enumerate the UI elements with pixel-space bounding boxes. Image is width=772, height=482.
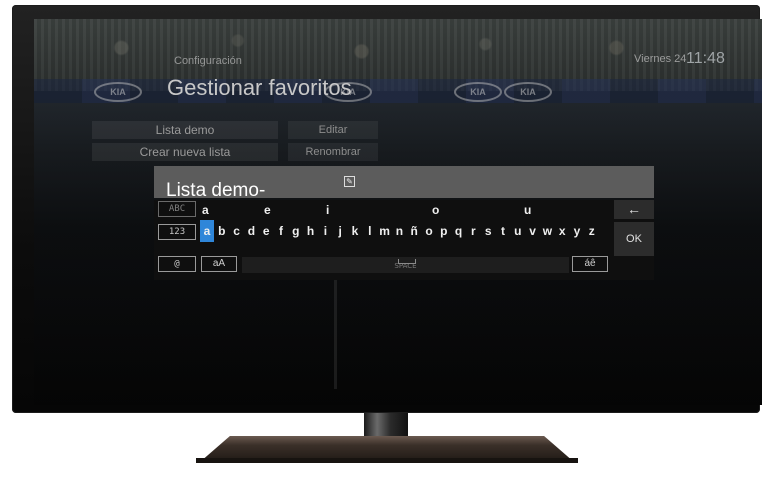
edit-cursor-icon: ✎ — [344, 176, 355, 187]
ad-board — [34, 79, 762, 103]
ad-logo: KIA — [94, 82, 142, 102]
edit-button[interactable]: Editar — [288, 121, 378, 139]
clock: 11:48 — [686, 50, 725, 67]
vowel-key[interactable]: e — [264, 203, 271, 217]
key-j[interactable]: j — [333, 222, 347, 240]
ad-logo: KIA — [504, 82, 552, 102]
date-label: Viernes 24 — [634, 53, 687, 65]
key-w[interactable]: w — [540, 222, 554, 240]
key-ñ[interactable]: ñ — [407, 222, 421, 240]
key-o[interactable]: o — [422, 222, 436, 240]
list-item-lista-demo[interactable]: Lista demo — [92, 121, 278, 139]
key-n[interactable]: n — [392, 222, 406, 240]
tv-frame: KIA KIA KIA KIA Configuración Gestionar … — [12, 5, 762, 413]
key-l[interactable]: l — [363, 222, 377, 240]
vowel-key[interactable]: u — [524, 203, 531, 217]
tv-stand-shadow — [196, 458, 578, 463]
key-f[interactable]: f — [274, 222, 288, 240]
mode-symbols-button[interactable]: @ — [158, 256, 196, 272]
tv-stand-neck — [364, 413, 408, 439]
mode-abc-button[interactable]: ABC — [158, 201, 196, 217]
key-s[interactable]: s — [481, 222, 495, 240]
key-c[interactable]: c — [230, 222, 244, 240]
accent-toggle-button[interactable]: áê — [572, 256, 608, 272]
vowel-key[interactable]: o — [432, 203, 439, 217]
key-m[interactable]: m — [378, 222, 392, 240]
space-bar[interactable]: SPACE — [242, 257, 569, 273]
key-h[interactable]: h — [304, 222, 318, 240]
key-b[interactable]: b — [215, 222, 229, 240]
mode-123-button[interactable]: 123 — [158, 224, 196, 240]
keyboard-dialog: Lista demo- ✎ ABC a e i o u ← 123 abcdef… — [154, 166, 654, 280]
key-i[interactable]: i — [318, 222, 332, 240]
key-e[interactable]: e — [259, 222, 273, 240]
ok-button[interactable]: OK — [614, 222, 654, 256]
rename-button[interactable]: Renombrar — [288, 143, 378, 161]
onscreen-keyboard: ABC a e i o u ← 123 abcdefghijklmnñopqrs… — [154, 200, 654, 280]
breadcrumb: Configuración — [174, 55, 242, 67]
key-v[interactable]: v — [526, 222, 540, 240]
page-title: Gestionar favoritos — [167, 75, 352, 100]
ad-logo: KIA — [454, 82, 502, 102]
key-p[interactable]: p — [437, 222, 451, 240]
tv-screen: KIA KIA KIA KIA Configuración Gestionar … — [34, 19, 762, 405]
key-u[interactable]: u — [511, 222, 525, 240]
key-z[interactable]: z — [585, 222, 599, 240]
backspace-button[interactable]: ← — [614, 200, 654, 219]
key-g[interactable]: g — [289, 222, 303, 240]
case-toggle-button[interactable]: aA — [201, 256, 237, 272]
key-k[interactable]: k — [348, 222, 362, 240]
key-a[interactable]: a — [200, 220, 214, 242]
court-line — [334, 269, 337, 389]
input-value: Lista demo- — [166, 180, 266, 201]
text-input[interactable]: Lista demo- ✎ — [154, 166, 654, 201]
key-x[interactable]: x — [555, 222, 569, 240]
key-r[interactable]: r — [466, 222, 480, 240]
key-t[interactable]: t — [496, 222, 510, 240]
key-y[interactable]: y — [570, 222, 584, 240]
key-q[interactable]: q — [452, 222, 466, 240]
list-item-crear-nueva-lista[interactable]: Crear nueva lista — [92, 143, 278, 161]
space-icon — [398, 259, 416, 264]
vowel-key[interactable]: a — [202, 203, 209, 217]
vowel-key[interactable]: i — [326, 203, 329, 217]
key-d[interactable]: d — [244, 222, 258, 240]
